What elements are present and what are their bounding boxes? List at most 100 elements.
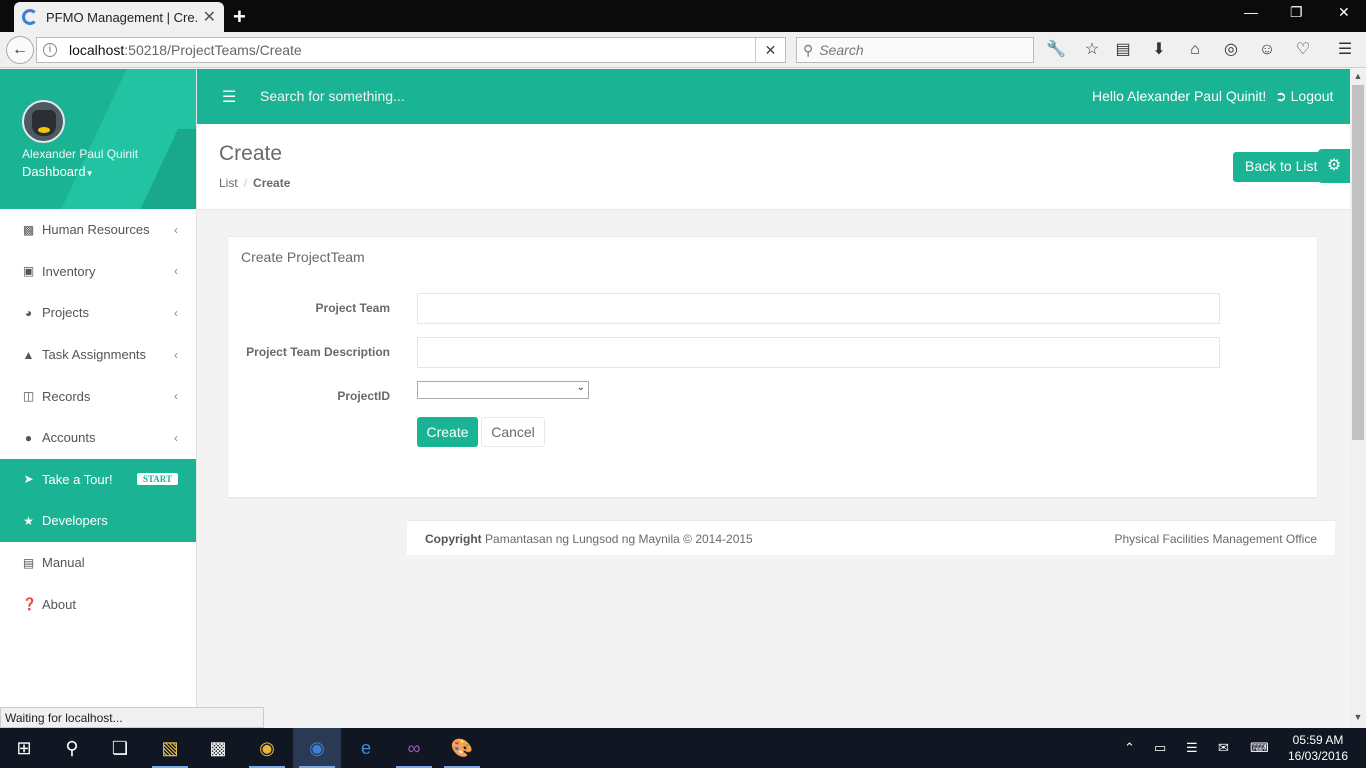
page-title: Create xyxy=(219,142,283,165)
visual-studio-icon[interactable]: ∞ xyxy=(390,728,438,768)
new-tab-button[interactable]: + xyxy=(233,4,246,30)
wifi-icon[interactable]: ☰ xyxy=(1186,740,1198,756)
windows-start-icon[interactable]: ⊞ xyxy=(0,728,48,768)
project-team-input[interactable] xyxy=(417,293,1220,324)
plane-icon: ➤ xyxy=(23,472,34,487)
globe-icon[interactable]: ◎ xyxy=(1221,40,1241,60)
back-to-list-button[interactable]: Back to List xyxy=(1233,152,1326,182)
stop-icon[interactable]: ✕ xyxy=(755,38,785,62)
sidebar-item-projects[interactable]: ◕ Projects ‹ xyxy=(0,292,196,334)
start-badge[interactable]: START xyxy=(136,473,178,486)
battery-icon[interactable]: ▭ xyxy=(1154,740,1166,756)
window-close-icon[interactable]: ✕ xyxy=(1338,4,1350,21)
folder-icon: ◫ xyxy=(22,389,35,404)
logout-label: Logout xyxy=(1290,88,1334,104)
avatar-logo xyxy=(38,127,50,133)
top-search-input[interactable]: Search for something... xyxy=(260,88,405,104)
chrome-icon[interactable]: ◉ xyxy=(243,728,291,768)
profile-name: Alexander Paul Quinit xyxy=(22,147,139,161)
store-icon[interactable]: ▩ xyxy=(194,728,242,768)
keyboard-icon[interactable]: ⌨ xyxy=(1250,740,1269,756)
tab-close-icon[interactable]: ✕ xyxy=(203,7,216,27)
search-icon[interactable]: ⚲ xyxy=(48,728,96,768)
footer-office: Physical Facilities Management Office xyxy=(1114,532,1317,546)
url-path: :50218/ProjectTeams/Create xyxy=(124,42,302,58)
minimize-icon[interactable]: — xyxy=(1244,4,1258,20)
loading-icon xyxy=(22,9,38,25)
greeting: Hello Alexander Paul Quinit! xyxy=(1092,88,1267,104)
sidebar-item-take-a-tour[interactable]: ➤ Take a Tour! START xyxy=(0,458,196,501)
sidebar-item-developers[interactable]: ★ Developers xyxy=(0,500,196,542)
reading-list-icon[interactable]: ▤ xyxy=(1113,40,1133,60)
sidebar-item-task-assignments[interactable]: ▲ Task Assignments ‹ xyxy=(0,334,196,376)
scrollbar-thumb[interactable] xyxy=(1352,85,1364,440)
project-id-select[interactable]: ⌄ xyxy=(417,381,589,399)
question-icon: ❓ xyxy=(22,597,37,612)
clock[interactable]: 05:59 AM 16/03/2016 xyxy=(1286,732,1350,764)
project-team-label: Project Team xyxy=(315,301,390,315)
sidebar-item-records[interactable]: ◫ Records ‹ xyxy=(0,375,196,417)
sidebar-item-accounts[interactable]: ● Accounts ‹ xyxy=(0,417,196,459)
scroll-up-icon[interactable]: ▲ xyxy=(1350,71,1366,85)
restore-icon[interactable]: ❐ xyxy=(1290,4,1303,21)
sitemap-icon: ▩ xyxy=(22,222,35,237)
project-team-description-label: Project Team Description xyxy=(246,345,390,359)
info-icon[interactable]: i xyxy=(43,43,57,57)
task-view-icon[interactable]: ❏ xyxy=(96,728,144,768)
taskbar: ⊞ ⚲ ❏ ▧ ▩ ◉ ◉ e ∞ 🎨 ⌃ ▭ ☰ ✉ ⌨ 05:59 AM 1… xyxy=(0,728,1366,768)
wrench-icon[interactable]: 🔧 xyxy=(1046,40,1066,60)
sidebar-item-human-resources[interactable]: ▩ Human Resources ‹ xyxy=(0,209,196,251)
back-icon[interactable]: ← xyxy=(6,36,34,64)
profile-dropdown[interactable]: Dashboard▼ xyxy=(22,164,94,179)
sidebar-item-label: Human Resources xyxy=(42,222,150,238)
edge-icon[interactable]: e xyxy=(342,728,390,768)
cart-icon: ▣ xyxy=(22,264,35,279)
url-bar[interactable]: i localhost :50218/ProjectTeams/Create ✕ xyxy=(36,37,786,63)
create-button[interactable]: Create xyxy=(417,417,478,447)
browser-menu-icon[interactable]: ☰ xyxy=(1335,40,1355,60)
sidebar-item-inventory[interactable]: ▣ Inventory ‹ xyxy=(0,251,196,293)
sidebar-item-manual[interactable]: ▤ Manual xyxy=(0,542,196,584)
sidebar-item-label: Projects xyxy=(42,305,89,321)
smiley-icon[interactable]: ☺ xyxy=(1257,40,1277,60)
project-team-description-input[interactable] xyxy=(417,337,1220,368)
hamburger-icon[interactable]: ☰ xyxy=(222,87,236,107)
chevron-left-icon: ‹ xyxy=(174,389,178,404)
chevron-left-icon: ‹ xyxy=(174,264,178,279)
scroll-down-icon[interactable]: ▼ xyxy=(1350,712,1366,726)
profile-role: Dashboard xyxy=(22,164,86,179)
avatar[interactable] xyxy=(22,100,65,143)
bookmark-star-icon[interactable]: ☆ xyxy=(1082,40,1102,60)
project-id-label: ProjectID xyxy=(337,389,390,403)
create-form-panel: Create ProjectTeam Project Team Project … xyxy=(228,236,1317,497)
download-icon[interactable]: ⬇ xyxy=(1149,40,1169,60)
copyright-text: Pamantasan ng Lungsod ng Maynila © 2014-… xyxy=(485,532,753,546)
sign-out-icon: ➲ xyxy=(1275,88,1287,104)
settings-cog-icon[interactable]: ⚙ xyxy=(1318,149,1350,183)
breadcrumb-list[interactable]: List xyxy=(219,176,238,190)
footer-copyright: Copyright Pamantasan ng Lungsod ng Mayni… xyxy=(425,532,753,546)
pocket-icon[interactable]: ♡ xyxy=(1293,40,1313,60)
browser-search-placeholder: Search xyxy=(819,42,864,58)
paint-icon[interactable]: 🎨 xyxy=(438,728,486,768)
logout-link[interactable]: ➲ Logout xyxy=(1275,88,1333,105)
sidebar-item-label: Accounts xyxy=(42,430,96,446)
sidebar-item-label: About xyxy=(42,596,76,612)
browser-search-input[interactable]: ⚲ Search xyxy=(796,37,1034,63)
sidebar-item-about[interactable]: ❓ About xyxy=(0,583,196,625)
browser-toolbar: ← i localhost :50218/ProjectTeams/Create… xyxy=(0,32,1366,68)
show-hidden-icons[interactable]: ⌃ xyxy=(1124,740,1135,756)
sidebar-item-label: Task Assignments xyxy=(42,347,147,363)
footer: Copyright Pamantasan ng Lungsod ng Mayni… xyxy=(407,520,1335,555)
form-title: Create ProjectTeam xyxy=(241,249,365,265)
copyright-bold: Copyright xyxy=(425,532,482,546)
home-icon[interactable]: ⌂ xyxy=(1185,40,1205,60)
firefox-developer-icon[interactable]: ◉ xyxy=(293,728,341,768)
browser-tab[interactable]: PFMO Management | Cre... ✕ xyxy=(14,2,224,32)
file-explorer-icon[interactable]: ▧ xyxy=(146,728,194,768)
sidebar: Alexander Paul Quinit Dashboard▼ ▩ Human… xyxy=(0,69,197,728)
clock-date: 16/03/2016 xyxy=(1287,749,1349,763)
notifications-icon[interactable]: ✉ xyxy=(1218,740,1229,756)
clock-time: 05:59 AM xyxy=(1292,733,1344,747)
cancel-button[interactable]: Cancel xyxy=(481,417,545,447)
